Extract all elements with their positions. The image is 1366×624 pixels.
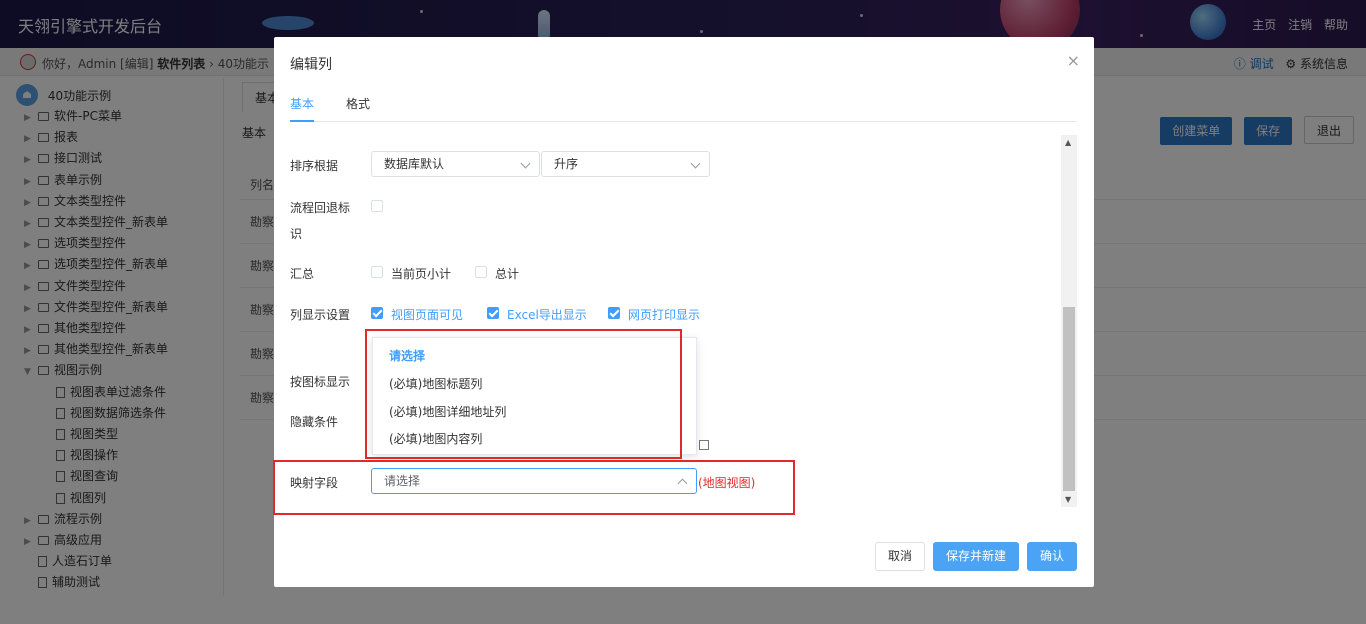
sort-by-select[interactable]: 数据库默认 [371, 151, 540, 177]
scroll-up-icon[interactable]: ▲ [1065, 138, 1071, 147]
sort-order-select[interactable]: 升序 [541, 151, 710, 177]
excel-export-checkbox[interactable] [487, 307, 499, 319]
dialog-tabs: 基本 格式 [290, 91, 1077, 122]
flow-back-label: 流程回退标 [290, 201, 351, 215]
sort-label: 排序根据 [290, 159, 339, 173]
annotation-box [273, 460, 795, 515]
hidden-condition-label: 隐藏条件 [290, 415, 339, 429]
sort-order-value: 升序 [554, 157, 579, 171]
page-subtotal-text[interactable]: 当前页小计 [391, 265, 451, 282]
save-and-new-button[interactable]: 保存并新建 [933, 542, 1019, 571]
dialog-title: 编辑列 [290, 57, 332, 73]
cancel-button[interactable]: 取消 [875, 542, 925, 571]
print-display-checkbox[interactable] [608, 307, 620, 319]
annotation-box [365, 329, 682, 459]
flow-back-label-cont: 识 [290, 227, 303, 241]
icon-display-label: 按图标显示 [290, 375, 351, 389]
view-visible-checkbox[interactable] [371, 307, 383, 319]
grand-total-text[interactable]: 总计 [495, 265, 519, 282]
tab-basic[interactable]: 基本 [290, 95, 314, 122]
scroll-down-icon[interactable]: ▼ [1065, 495, 1071, 504]
confirm-button[interactable]: 确认 [1027, 542, 1077, 571]
chevron-down-icon [520, 158, 531, 169]
scrollbar-thumb[interactable] [1063, 307, 1075, 491]
page-subtotal-checkbox[interactable] [371, 266, 383, 278]
tab-format[interactable]: 格式 [346, 95, 370, 122]
chevron-down-icon [690, 158, 701, 169]
dialog-scrollbar[interactable]: ▲ ▼ [1061, 135, 1077, 507]
view-visible-text[interactable]: 视图页面可见 [391, 306, 463, 323]
flow-back-checkbox[interactable] [371, 200, 383, 212]
summary-label: 汇总 [290, 267, 315, 281]
grand-total-checkbox[interactable] [475, 266, 487, 278]
print-display-text[interactable]: 网页打印显示 [628, 306, 700, 323]
edit-icon[interactable] [699, 440, 709, 450]
excel-export-text[interactable]: Excel导出显示 [507, 306, 587, 323]
display-settings-label: 列显示设置 [290, 308, 351, 322]
close-icon[interactable]: × [1067, 53, 1080, 69]
sort-by-value: 数据库默认 [384, 157, 445, 171]
